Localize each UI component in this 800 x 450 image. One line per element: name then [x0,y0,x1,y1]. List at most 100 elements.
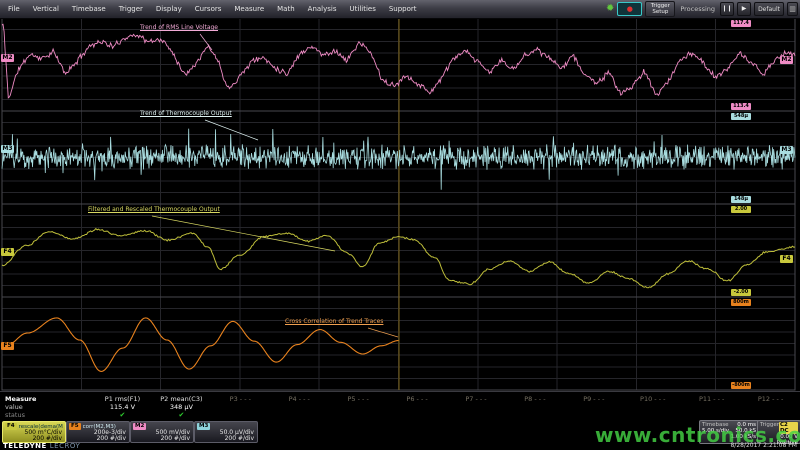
measure-label: P1 rms(F1) [93,395,152,403]
measure-value [270,403,329,411]
toolbar: ✹ ● Trigger Setup Processing ❙❙ ▶ Defaul… [606,1,798,17]
trace-id-chip: F4 [5,423,17,430]
trace-annotation-1: Trend of RMS Line Voltage [140,24,218,31]
watermark: www.cntronics.com [595,423,800,447]
brand-sub: LECROY [50,442,80,450]
trace-id-chip: F5 [69,423,81,430]
measure-value [505,403,564,411]
measure-column-p9[interactable]: P9 - - - [564,392,623,421]
menu-item-cursors[interactable]: Cursors [195,5,222,13]
measure-label: P2 mean(C3) [152,395,211,403]
trace-offset-marker-f4-left[interactable]: F4 [1,248,14,256]
measure-label: P3 - - - [211,395,270,403]
measure-columns: P1 rms(F1)115.4 V✔P2 mean(C3)348 µV✔P3 -… [93,392,800,421]
measure-label: P12 - - - [741,395,800,403]
measure-column-p3[interactable]: P3 - - - [211,392,270,421]
annotation-leader-3 [152,216,335,251]
trace-annotation-2: Trend of Thermocouple Output [140,110,232,117]
menu-bar: File Vertical Timebase Trigger Display Cursor… [0,0,800,19]
status-empty [388,411,447,419]
measure-value: 115.4 V [93,403,152,411]
measure-label: P8 - - - [505,395,564,403]
scale-limit-tag-7: 800m [731,299,751,306]
menu-item-trigger[interactable]: Trigger [119,5,143,13]
brand-main: TELEDYNE [3,442,47,450]
status-empty [564,411,623,419]
trace-id-chip: M3 [197,423,210,430]
menu-item-measure[interactable]: Measure [234,5,264,13]
scale-limit-tag-2: 113.4 [731,103,751,110]
measure-value [447,403,506,411]
trace-annotation-4: Cross Correlation of Trend Traces [285,318,383,325]
measure-column-p4[interactable]: P4 - - - [270,392,329,421]
descriptor-box-f5[interactable]: F5corr(M2,M3)200e-3/div200 #/div [66,421,130,443]
trace-offset-marker-m2-left[interactable]: M2 [1,54,14,62]
trace-id-chip: M2 [133,423,146,430]
aux-grid-button[interactable]: ▥ [787,2,798,16]
measure-table: Measure value status P1 rms(F1)115.4 V✔P… [0,391,800,421]
descriptor-box-m3[interactable]: M350.0 µV/div200 #/div [194,421,258,443]
measure-row-labels: Measure value status [0,392,93,421]
status-empty [270,411,329,419]
play-button[interactable]: ▶ [737,2,751,16]
measure-label: P4 - - - [270,395,329,403]
pause-button[interactable]: ❙❙ [720,2,734,16]
scale-limit-tag-6: -2.00 [731,289,751,296]
descriptor-box-m2[interactable]: M2500 mV/div200 #/div [130,421,194,443]
annotation-leader-4 [368,328,398,337]
annotation-leader-1 [200,34,212,50]
status-empty [211,411,270,419]
measure-column-p5[interactable]: P5 - - - [329,392,388,421]
menu-item-vertical[interactable]: Vertical [33,5,59,13]
menu-item-support[interactable]: Support [389,5,417,13]
status-empty [505,411,564,419]
oscilloscope-screen: File Vertical Timebase Trigger Display Cursor… [0,0,800,450]
menu-item-analysis[interactable]: Analysis [308,5,337,13]
scale-limit-tag-8: -800m [731,382,751,389]
status-ok-icon: ✔ [152,411,211,419]
measure-label: P7 - - - [447,395,506,403]
analysis-tool-icon[interactable]: ✹ [606,2,614,16]
measure-value [623,403,682,411]
status-ok-icon: ✔ [93,411,152,419]
measure-value [741,403,800,411]
brand-logo: TELEDYNE LECROY [3,442,80,450]
scale-limit-tag-4: 148µ [731,196,751,203]
default-button[interactable]: Default [754,2,784,16]
trigger-record-button[interactable]: ● [617,2,642,16]
menu-item-utilities[interactable]: Utilities [350,5,376,13]
cross-correlation-trace [2,318,399,372]
measure-label: P5 - - - [329,395,388,403]
measure-column-p1[interactable]: P1 rms(F1)115.4 V✔ [93,392,152,421]
measure-column-p10[interactable]: P10 - - - [623,392,682,421]
processing-status: Processing [680,5,715,13]
measure-column-p12[interactable]: P12 - - - [741,392,800,421]
menu-item-display[interactable]: Display [156,5,182,13]
menu-item-file[interactable]: File [8,5,20,13]
measure-column-p7[interactable]: P7 - - - [447,392,506,421]
trace-offset-marker-f4-right[interactable]: F4 [780,255,793,263]
measure-row-value-label: value [5,403,93,411]
status-empty [682,411,741,419]
measure-value: 348 µV [152,403,211,411]
trace-offset-marker-m3-right[interactable]: M3 [780,146,793,154]
status-empty [623,411,682,419]
trigger-setup-button[interactable]: Trigger Setup [645,1,675,17]
descriptor-box-f4[interactable]: F4rescale(dema(M3))500 m°C/div200 #/div [2,421,66,443]
measure-table-title: Measure [5,395,93,403]
measure-column-p2[interactable]: P2 mean(C3)348 µV✔ [152,392,211,421]
trace-offset-marker-f5-left[interactable]: F5 [1,342,14,350]
menu-bar-items: File Vertical Timebase Trigger Display Cursor… [0,5,417,13]
trace-offset-marker-m3-left[interactable]: M3 [1,145,14,153]
measure-value [564,403,623,411]
measure-label: P10 - - - [623,395,682,403]
menu-item-math[interactable]: Math [277,5,295,13]
menu-item-timebase[interactable]: Timebase [72,5,106,13]
measure-column-p8[interactable]: P8 - - - [505,392,564,421]
measure-value [682,403,741,411]
trace-offset-marker-m2-right[interactable]: M2 [780,56,793,64]
measure-label: P6 - - - [388,395,447,403]
status-empty [447,411,506,419]
measure-column-p11[interactable]: P11 - - - [682,392,741,421]
measure-column-p6[interactable]: P6 - - - [388,392,447,421]
